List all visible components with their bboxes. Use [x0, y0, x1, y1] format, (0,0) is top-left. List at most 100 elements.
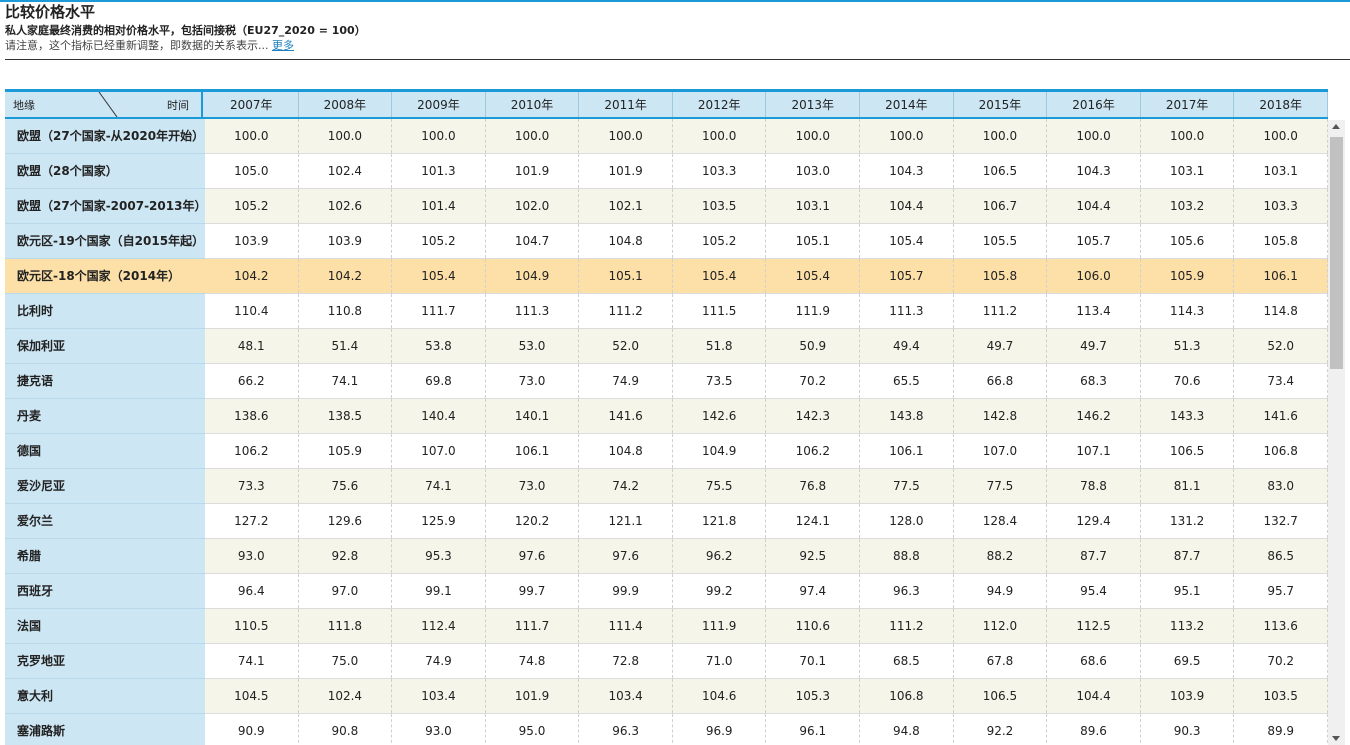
row-cells: 138.6 138.5 140.4 140.1 141.6 142.6 142.3 143.8… — [205, 399, 1328, 433]
table-cell: 138.5 — [299, 399, 393, 433]
year-header[interactable]: 2009年 — [392, 92, 486, 117]
table-cell: 101.9 — [486, 154, 580, 188]
table-row[interactable]: 欧元区-19个国家（自2015年起） 103.9 103.9 105.2 104.7 10… — [5, 224, 1328, 259]
more-link[interactable]: 更多 — [272, 39, 294, 52]
page-header: 比较价格水平 私人家庭最终消费的相对价格水平，包括间接税（EU27_2020 =… — [5, 3, 1345, 53]
row-label[interactable]: 丹麦 — [5, 399, 205, 434]
table-row[interactable]: 克罗地亚 74.1 75.0 74.9 74.8 72.8 71.0 70.1 68.5 67.8… — [5, 644, 1328, 679]
table-cell: 104.5 — [205, 679, 299, 713]
page-title: 比较价格水平 — [5, 3, 96, 21]
row-label[interactable]: 欧元区-18个国家（2014年） — [5, 259, 205, 294]
table-row[interactable]: 爱尔兰 127.2 129.6 125.9 120.2 121.1 121.8 124.1 12… — [5, 504, 1328, 539]
geo-dimension-label[interactable]: 地缘 — [13, 97, 35, 113]
row-label[interactable]: 塞浦路斯 — [5, 714, 205, 745]
row-label[interactable]: 希腊 — [5, 539, 205, 574]
table-cell: 86.5 — [1234, 539, 1328, 573]
row-label[interactable]: 欧盟（28个国家） — [5, 154, 205, 189]
table-cell: 120.2 — [486, 504, 580, 538]
table-cell: 105.2 — [205, 189, 299, 223]
table-cell: 106.1 — [486, 434, 580, 468]
table-cell: 100.0 — [860, 119, 954, 153]
table-cell: 111.2 — [579, 294, 673, 328]
data-table: 地缘 时间 2007年 2008年 2009年 2010年 2011年 2012年 2013… — [5, 89, 1350, 745]
row-label[interactable]: 法国 — [5, 609, 205, 644]
table-cell: 93.0 — [392, 714, 486, 745]
table-cell: 74.9 — [392, 644, 486, 678]
table-cell: 106.5 — [954, 154, 1048, 188]
vertical-scrollbar[interactable] — [1328, 120, 1345, 745]
table-cell: 67.8 — [954, 644, 1048, 678]
row-label[interactable]: 比利时 — [5, 294, 205, 329]
year-header[interactable]: 2014年 — [860, 92, 954, 117]
row-label[interactable]: 爱沙尼亚 — [5, 469, 205, 504]
table-row[interactable]: 爱沙尼亚 73.3 75.6 74.1 73.0 74.2 75.5 76.8 77.5 77.5… — [5, 469, 1328, 504]
year-header[interactable]: 2010年 — [486, 92, 580, 117]
row-label[interactable]: 捷克语 — [5, 364, 205, 399]
table-cell: 111.9 — [767, 294, 861, 328]
table-cell: 104.4 — [1047, 189, 1141, 223]
table-row[interactable]: 希腊 93.0 92.8 95.3 97.6 97.6 96.2 92.5 88.8 88.2 87… — [5, 539, 1328, 574]
year-header[interactable]: 2013年 — [767, 92, 861, 117]
row-label[interactable]: 克罗地亚 — [5, 644, 205, 679]
table-cell: 94.8 — [860, 714, 954, 745]
year-header[interactable]: 2018年 — [1234, 92, 1328, 117]
table-body: 欧盟（27个国家-从2020年开始） 100.0 100.0 100.0 100.0 10… — [5, 119, 1328, 745]
note-text: 请注意，这个指标已经重新调整，即数据的关系表示... 更多 — [5, 38, 1345, 53]
table-cell: 70.6 — [1141, 364, 1235, 398]
year-header[interactable]: 2007年 — [205, 92, 299, 117]
row-cells: 90.9 90.8 93.0 95.0 96.3 96.9 96.1 94.8 92.2 89.6… — [205, 714, 1328, 745]
table-cell: 73.5 — [673, 364, 767, 398]
table-row[interactable]: 捷克语 66.2 74.1 69.8 73.0 74.9 73.5 70.2 65.5 66.8 6… — [5, 364, 1328, 399]
table-cell: 107.0 — [392, 434, 486, 468]
table-row[interactable]: 德国 106.2 105.9 107.0 106.1 104.8 104.9 106.2 106… — [5, 434, 1328, 469]
table-cell: 105.4 — [392, 259, 486, 293]
table-cell: 105.9 — [1141, 259, 1235, 293]
table-cell: 105.7 — [1047, 224, 1141, 258]
row-cells: 48.1 51.4 53.8 53.0 52.0 51.8 50.9 49.4 49.7 49.7… — [205, 329, 1328, 363]
row-label[interactable]: 德国 — [5, 434, 205, 469]
table-cell: 105.2 — [392, 224, 486, 258]
table-row[interactable]: 欧盟（27个国家-2007-2013年） 105.2 102.6 101.4 102.0… — [5, 189, 1328, 224]
table-cell: 132.7 — [1234, 504, 1328, 538]
table-row[interactable]: 比利时 110.4 110.8 111.7 111.3 111.2 111.5 111.9 11… — [5, 294, 1328, 329]
row-cells: 110.5 111.8 112.4 111.7 111.4 111.9 110.6 111.2… — [205, 609, 1328, 643]
row-label[interactable]: 欧盟（27个国家-2007-2013年） — [5, 189, 206, 224]
row-label[interactable]: 意大利 — [5, 679, 205, 714]
table-row[interactable]: 保加利亚 48.1 51.4 53.8 53.0 52.0 51.8 50.9 49.4 49.7… — [5, 329, 1328, 364]
year-header[interactable]: 2011年 — [579, 92, 673, 117]
year-header[interactable]: 2012年 — [673, 92, 767, 117]
table-row[interactable]: 丹麦 138.6 138.5 140.4 140.1 141.6 142.6 142.3 143… — [5, 399, 1328, 434]
row-label[interactable]: 欧元区-19个国家（自2015年起） — [5, 224, 205, 259]
year-header[interactable]: 2016年 — [1047, 92, 1141, 117]
table-cell: 100.0 — [767, 119, 861, 153]
table-row[interactable]: 法国 110.5 111.8 112.4 111.7 111.4 111.9 110.6 111… — [5, 609, 1328, 644]
scrollbar-thumb[interactable] — [1330, 137, 1343, 369]
row-label[interactable]: 欧盟（27个国家-从2020年开始） — [5, 119, 205, 154]
scroll-up-arrow-icon[interactable] — [1332, 124, 1340, 129]
row-label[interactable]: 保加利亚 — [5, 329, 205, 364]
table-cell: 50.9 — [767, 329, 861, 363]
table-cell: 103.4 — [392, 679, 486, 713]
table-cell: 51.3 — [1141, 329, 1235, 363]
table-cell: 128.0 — [860, 504, 954, 538]
scroll-down-arrow-icon[interactable] — [1332, 736, 1340, 741]
year-header[interactable]: 2008年 — [299, 92, 393, 117]
year-header[interactable]: 2015年 — [954, 92, 1048, 117]
time-dimension-label[interactable]: 时间 — [167, 97, 189, 113]
table-row[interactable]: 塞浦路斯 90.9 90.8 93.0 95.0 96.3 96.9 96.1 94.8 92.2… — [5, 714, 1328, 745]
year-header[interactable]: 2017年 — [1141, 92, 1235, 117]
table-cell: 75.5 — [673, 469, 767, 503]
table-row[interactable]: 欧盟（28个国家） 105.0 102.4 101.3 101.9 101.9 103.3 1… — [5, 154, 1328, 189]
table-row[interactable]: 西班牙 96.4 97.0 99.1 99.7 99.9 99.2 97.4 96.3 94.9 9… — [5, 574, 1328, 609]
row-label[interactable]: 爱尔兰 — [5, 504, 205, 539]
table-cell: 65.5 — [860, 364, 954, 398]
row-label[interactable]: 西班牙 — [5, 574, 205, 609]
table-cell: 71.0 — [673, 644, 767, 678]
table-cell: 106.2 — [767, 434, 861, 468]
table-row[interactable]: 欧元区-18个国家（2014年） 104.2 104.2 105.4 104.9 105.… — [5, 259, 1328, 294]
table-cell: 100.0 — [1047, 119, 1141, 153]
table-cell: 105.1 — [767, 224, 861, 258]
table-row[interactable]: 意大利 104.5 102.4 103.4 101.9 103.4 104.6 105.3 10… — [5, 679, 1328, 714]
table-cell: 97.6 — [579, 539, 673, 573]
table-row[interactable]: 欧盟（27个国家-从2020年开始） 100.0 100.0 100.0 100.0 10… — [5, 119, 1328, 154]
